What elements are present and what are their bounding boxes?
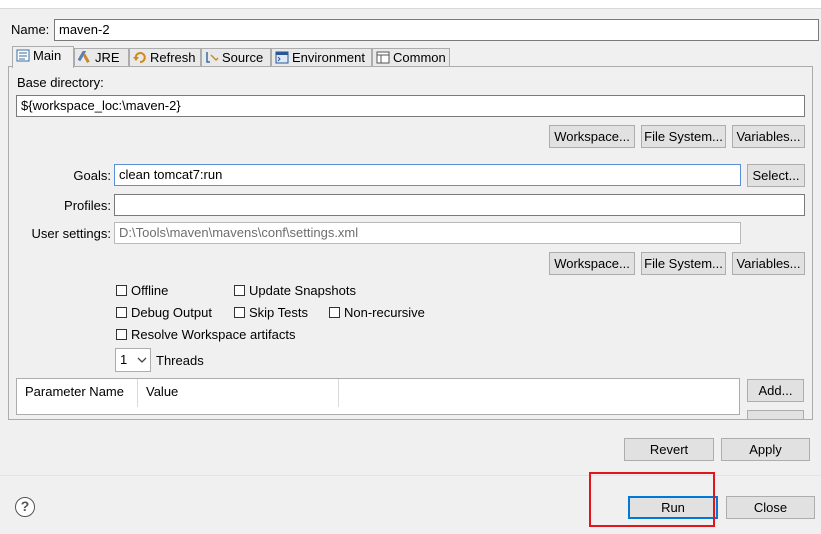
help-icon[interactable]: ? [15, 497, 35, 517]
update-snapshots-checkbox-box[interactable] [234, 285, 245, 296]
settings-variables-button[interactable]: Variables... [732, 252, 805, 275]
revert-button[interactable]: Revert [624, 438, 714, 461]
goals-label: Goals: [73, 168, 111, 183]
non-recursive-checkbox-box[interactable] [329, 307, 340, 318]
tab-refresh[interactable]: Refresh [129, 48, 201, 67]
highlight-box [589, 472, 715, 527]
apply-button[interactable]: Apply [721, 438, 810, 461]
offline-label: Offline [131, 283, 169, 298]
update-snapshots-checkbox[interactable]: Update Snapshots [234, 283, 356, 298]
common-icon [376, 51, 390, 64]
tab-refresh-label: Refresh [150, 50, 196, 65]
skip-tests-label: Skip Tests [249, 305, 309, 320]
tab-common-label: Common [393, 50, 446, 65]
parameters-table[interactable]: Parameter Name Value [16, 378, 740, 415]
environment-icon [275, 51, 289, 64]
close-button[interactable]: Close [726, 496, 815, 519]
resolve-workspace-checkbox-box[interactable] [116, 329, 127, 340]
resolve-workspace-label: Resolve Workspace artifacts [131, 327, 296, 342]
user-settings-label: User settings: [31, 226, 111, 241]
tab-jre-label: JRE [95, 50, 120, 65]
tab-environment[interactable]: Environment [271, 48, 372, 67]
settings-workspace-button[interactable]: Workspace... [549, 252, 635, 275]
tab-main[interactable]: Main [12, 46, 74, 68]
source-icon [206, 52, 219, 63]
threads-select[interactable]: 1 [115, 348, 151, 372]
skip-tests-checkbox-box[interactable] [234, 307, 245, 318]
debug-output-label: Debug Output [131, 305, 212, 320]
add-parameter-button[interactable]: Add... [747, 379, 804, 402]
base-variables-button[interactable]: Variables... [732, 125, 805, 148]
base-workspace-button[interactable]: Workspace... [549, 125, 635, 148]
top-edge [0, 0, 821, 9]
debug-output-checkbox[interactable]: Debug Output [116, 305, 212, 320]
tab-source[interactable]: Source [201, 48, 271, 67]
skip-tests-checkbox[interactable]: Skip Tests [234, 305, 308, 320]
debug-output-checkbox-box[interactable] [116, 307, 127, 318]
offline-checkbox-box[interactable] [116, 285, 127, 296]
settings-file-system-button[interactable]: File System... [641, 252, 726, 275]
chevron-down-icon [137, 357, 147, 363]
tab-source-label: Source [222, 50, 264, 65]
goals-select-button[interactable]: Select... [747, 164, 805, 187]
base-file-system-button[interactable]: File System... [641, 125, 726, 148]
offline-checkbox[interactable]: Offline [116, 283, 168, 298]
threads-label: Threads [156, 353, 204, 368]
tab-environment-label: Environment [292, 50, 365, 65]
base-directory-label: Base directory: [17, 75, 104, 90]
tab-jre[interactable]: JRE [74, 48, 129, 67]
value-header[interactable]: Value [138, 379, 339, 407]
tab-main-label: Main [33, 48, 62, 63]
profiles-label: Profiles: [64, 198, 111, 213]
edit-parameter-button[interactable] [747, 410, 804, 419]
profiles-field[interactable] [114, 194, 805, 216]
name-field[interactable]: maven-2 [54, 19, 819, 41]
update-snapshots-label: Update Snapshots [249, 283, 356, 298]
user-settings-field[interactable]: D:\Tools\maven\mavens\conf\settings.xml [114, 222, 741, 244]
non-recursive-checkbox[interactable]: Non-recursive [329, 305, 425, 320]
tab-common[interactable]: Common [372, 48, 450, 67]
goals-field[interactable]: clean tomcat7:run [114, 164, 741, 186]
base-directory-field[interactable]: ${workspace_loc:\maven-2} [16, 95, 805, 117]
name-label: Name: [11, 22, 50, 37]
main-tab-icon [16, 49, 30, 62]
parameter-name-header[interactable]: Parameter Name [17, 379, 138, 407]
refresh-icon [133, 52, 146, 63]
resolve-workspace-checkbox[interactable]: Resolve Workspace artifacts [116, 327, 296, 342]
non-recursive-label: Non-recursive [344, 305, 425, 320]
jre-icon [78, 51, 90, 63]
threads-value: 1 [120, 352, 128, 367]
